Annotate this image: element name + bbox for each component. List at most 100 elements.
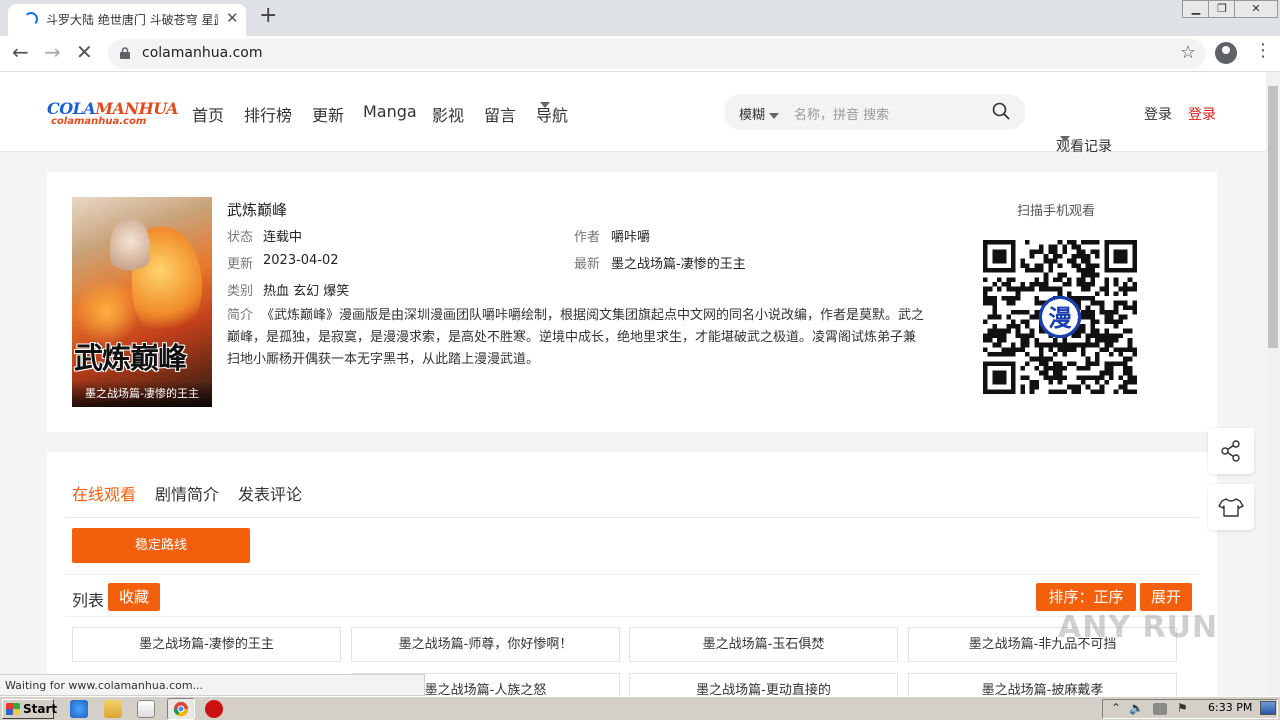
comic-cover[interactable]: 武炼巅峰 墨之战场篇-凄惨的王主: [72, 197, 212, 407]
search-icon[interactable]: [992, 102, 1010, 120]
search-box: 模糊 名称，拼音 搜索: [724, 94, 1026, 130]
share-icon: [1221, 440, 1240, 462]
show-desktop-icon[interactable]: [1260, 701, 1276, 715]
cover-title-text: 武炼巅峰: [74, 341, 187, 375]
list-label: 列表: [72, 591, 105, 610]
nav-video[interactable]: 影视: [432, 102, 464, 126]
route-divider: [65, 574, 1199, 575]
chrome-taskbar-button[interactable]: [167, 698, 195, 720]
comic-info-card: 武炼巅峰 墨之战场篇-凄惨的王主 武炼巅峰 状态 连载中 作者 嚼咔嚼 更新 2…: [47, 172, 1217, 432]
author-label: 作者: [574, 230, 601, 245]
favorite-button[interactable]: 收藏: [108, 583, 160, 611]
chapter-item[interactable]: 墨之战场篇-披麻戴孝: [908, 673, 1177, 696]
share-button[interactable]: [1208, 428, 1254, 474]
loading-spinner-icon: [24, 12, 38, 26]
volume-icon[interactable]: 🔈: [1129, 701, 1144, 715]
network-icon[interactable]: [1153, 703, 1167, 715]
loading-status-bubble: Waiting for www.colamanhua.com...: [0, 674, 425, 696]
stable-route-button[interactable]: 稳定路线: [72, 528, 250, 563]
comic-summary: 简介 《武炼巅峰》漫画版是由深圳漫画团队嚼咔嚼绘制，根据阅文集团旗起点中文网的同名…: [227, 305, 925, 371]
chapter-item[interactable]: 墨之战场篇-凄惨的王主: [72, 627, 341, 662]
shirt-icon: [1218, 498, 1244, 517]
tabs-divider: [65, 517, 1199, 518]
url-text[interactable]: colamanhua.com: [142, 45, 263, 61]
lock-icon: [120, 47, 130, 59]
chapter-item[interactable]: 墨之战场篇-玉石俱焚: [629, 627, 898, 662]
tab-synopsis[interactable]: 剧情简介: [155, 481, 219, 505]
start-button[interactable]: Start: [2, 699, 58, 719]
browser-tab-title: 斗罗大陆 绝世唐门 斗破苍穹 星武神: [46, 13, 218, 27]
search-mode-label: 模糊: [739, 108, 766, 123]
windows-logo-icon: [6, 703, 20, 715]
action-center-flag-icon[interactable]: ⚑: [1177, 701, 1188, 715]
nav-manga[interactable]: Manga: [363, 102, 417, 121]
folder-icon[interactable]: [104, 700, 122, 718]
close-tab-icon[interactable]: ✕: [226, 9, 239, 27]
comic-title: 武炼巅峰: [227, 201, 288, 219]
new-tab-icon[interactable]: +: [259, 3, 277, 28]
watermark-text: ANY RUN: [1058, 610, 1219, 645]
nav-guestbook[interactable]: 留言: [484, 102, 516, 126]
maximize-window-icon[interactable]: ❐: [1208, 0, 1236, 18]
windows-taskbar: Start ⌃ 🔈 ⚑ 6:33 PM: [0, 696, 1280, 720]
chevron-down-icon: [769, 112, 780, 119]
qr-label: 扫描手机观看: [1017, 204, 1096, 219]
browser-tab-strip: 斗罗大陆 绝世唐门 斗破苍穹 星武神 ✕ + ▁ ❐ ✕: [0, 0, 1280, 36]
status-value: 连载中: [263, 230, 303, 245]
browser-toolbar: ← → ✕ colamanhua.com ☆ ⋮: [0, 36, 1280, 72]
expand-button[interactable]: 展开: [1140, 583, 1192, 611]
cover-caption: 墨之战场篇-凄惨的王主: [72, 381, 212, 407]
browser-menu-icon[interactable]: ⋮: [1254, 40, 1272, 61]
cover-figure-art: [110, 217, 150, 277]
nav-ranking[interactable]: 排行榜: [244, 102, 292, 126]
sort-button[interactable]: 排序：正序: [1036, 583, 1136, 611]
chevron-down-icon: [1060, 136, 1070, 142]
page-viewport: COLAMANHUA colamanhua.com 首页 排行榜 更新 Mang…: [0, 72, 1266, 696]
minimize-window-icon[interactable]: ▁: [1182, 0, 1210, 18]
profile-avatar-icon[interactable]: [1215, 42, 1237, 64]
address-bar[interactable]: colamanhua.com ☆: [108, 39, 1206, 69]
status-label: 状态: [227, 230, 254, 245]
chapter-item[interactable]: 墨之战场篇-更动直接的: [629, 673, 898, 696]
tab-online-watch[interactable]: 在线观看: [72, 481, 136, 505]
forward-icon[interactable]: →: [44, 40, 61, 64]
latest-label: 最新: [574, 257, 601, 272]
tab-comments[interactable]: 发表评论: [238, 481, 302, 505]
tray-expand-icon[interactable]: ⌃: [1111, 701, 1121, 715]
latest-chapter-link[interactable]: 墨之战场篇-凄惨的王主: [611, 253, 746, 272]
list-divider: [65, 616, 1199, 617]
chevron-down-icon: [540, 102, 550, 108]
page-scrollbar[interactable]: [1266, 72, 1280, 696]
nav-home[interactable]: 首页: [192, 102, 224, 126]
updated-value: 2023-04-02: [263, 253, 339, 268]
site-header: COLAMANHUA colamanhua.com 首页 排行榜 更新 Mang…: [0, 72, 1266, 155]
chapter-item[interactable]: 墨之战场篇-师尊，你好惨啊！: [351, 627, 620, 662]
qr-code: 漫: [983, 240, 1137, 394]
search-mode-select[interactable]: 模糊: [739, 104, 780, 123]
taskbar-clock: 6:33 PM: [1208, 701, 1253, 714]
qr-center-text: 漫: [1048, 304, 1072, 332]
start-label: Start: [23, 702, 58, 716]
login-link[interactable]: 登录: [1144, 104, 1172, 124]
register-link[interactable]: 登录: [1188, 104, 1216, 124]
browser-tab[interactable]: 斗罗大陆 绝世唐门 斗破苍穹 星武神 ✕: [8, 4, 246, 36]
stop-app-icon[interactable]: [205, 700, 223, 718]
chapter-panel: 在线观看 剧情简介 发表评论 稳定路线 列表 收藏 排序：正序 展开 墨之战场篇…: [47, 452, 1217, 696]
updated-label: 更新: [227, 257, 254, 272]
search-input[interactable]: 名称，拼音 搜索: [794, 104, 889, 123]
summary-label: 简介: [227, 308, 254, 323]
stop-loading-icon[interactable]: ✕: [76, 40, 93, 64]
bookmark-star-icon[interactable]: ☆: [1180, 42, 1196, 63]
media-player-icon[interactable]: [137, 700, 155, 718]
ie-icon[interactable]: [70, 700, 88, 718]
site-logo[interactable]: COLAMANHUA colamanhua.com: [47, 99, 179, 133]
close-window-icon[interactable]: ✕: [1234, 0, 1278, 18]
skin-theme-button[interactable]: [1208, 484, 1254, 530]
scrollbar-thumb[interactable]: [1268, 86, 1278, 348]
category-label: 类别: [227, 284, 254, 299]
category-value[interactable]: 热血 玄幻 爆笑: [263, 280, 349, 299]
author-value[interactable]: 嚼咔嚼: [611, 226, 650, 245]
nav-updates[interactable]: 更新: [312, 102, 344, 126]
chrome-icon: [173, 701, 189, 717]
back-icon[interactable]: ←: [12, 40, 29, 64]
